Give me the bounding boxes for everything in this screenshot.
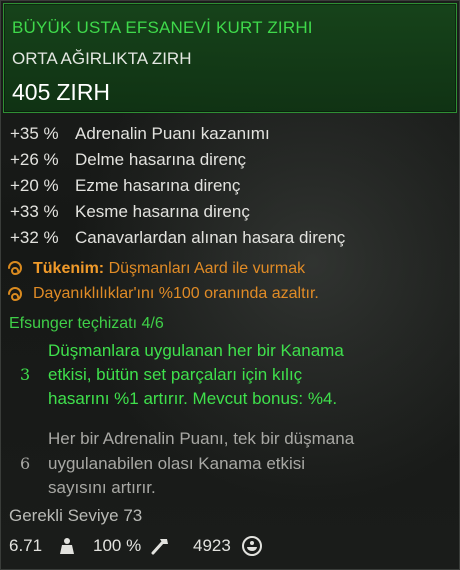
stat-row: +33 % Kesme hasarına direnç (10, 202, 250, 222)
swirl-icon (6, 285, 24, 303)
coin-icon (242, 536, 262, 556)
set-bonus-line: hasarını %1 artırır. Mevcut bonus: %4. (48, 389, 338, 408)
stat-label: Adrenalin Puanı kazanımı (75, 124, 270, 143)
stat-label: Canavarlardan alınan hasara direnç (75, 228, 346, 247)
stat-row: +20 % Ezme hasarına direnç (10, 176, 240, 196)
stat-label: Delme hasarına direnç (75, 150, 247, 169)
stat-label: Kesme hasarına direnç (75, 202, 250, 221)
stat-label: Ezme hasarına direnç (75, 176, 241, 195)
swirl-icon (6, 259, 24, 277)
price-value: 4923 (193, 536, 231, 555)
armor-rating: 405 ZIRH (12, 79, 110, 106)
item-type: ORTA AĞIRLIKTA ZIRH (12, 49, 192, 68)
exhausted-title: Tükenim: (33, 260, 105, 277)
set-bonus-line: Düşmanlara uygulanan her bir Kanama (48, 341, 344, 360)
stat-row: +35 % Adrenalin Puanı kazanımı (10, 124, 270, 144)
item-footer: 6.71 100 % 4923 (9, 534, 449, 560)
tooltip-header: BÜYÜK USTA EFSANEVİ KURT ZIRHI ORTA AĞIR… (3, 3, 457, 113)
stat-value: +26 % (10, 150, 59, 169)
set-bonus-count: 3 (20, 365, 31, 384)
set-bonus-line: uygulanabilen olası Kanama etkisi (48, 454, 306, 473)
item-name: BÜYÜK USTA EFSANEVİ KURT ZIRHI (12, 18, 313, 37)
set-title: Efsunger teçhizatı 4/6 (9, 315, 164, 332)
hammer-icon (151, 539, 168, 555)
durability-value: 100 % (93, 536, 142, 555)
stat-value: +20 % (10, 176, 59, 195)
stat-row: +32 % Canavarlardan alınan hasara direnç (10, 228, 345, 248)
exhausted-text: Düşmanları Aard ile vurmak (108, 260, 306, 277)
weight-value: 6.71 (9, 536, 43, 555)
exhausted-line: Dayanıklılıklar'ını %100 oranında azaltı… (33, 285, 319, 302)
item-tooltip: BÜYÜK USTA EFSANEVİ KURT ZIRHI ORTA AĞIR… (0, 0, 460, 570)
weight-icon (60, 538, 74, 554)
set-bonus-line: Her bir Adrenalin Puanı, tek bir düşmana (48, 429, 355, 448)
stat-row: +26 % Delme hasarına direnç (10, 150, 246, 170)
set-bonus-line: sayısını artırır. (48, 478, 156, 497)
required-level: Gerekli Seviye 73 (9, 506, 143, 525)
set-bonus-count: 6 (20, 454, 31, 473)
set-bonus-line: etkisi, bütün set parçaları için kılıç (48, 365, 303, 384)
stat-value: +35 % (10, 124, 59, 143)
armor-label: ZIRH (56, 79, 111, 105)
stat-value: +32 % (10, 228, 59, 247)
armor-value: 405 (12, 79, 51, 105)
exhausted-line: Tükenim: Düşmanları Aard ile vurmak (33, 260, 305, 278)
stat-value: +33 % (10, 202, 59, 221)
